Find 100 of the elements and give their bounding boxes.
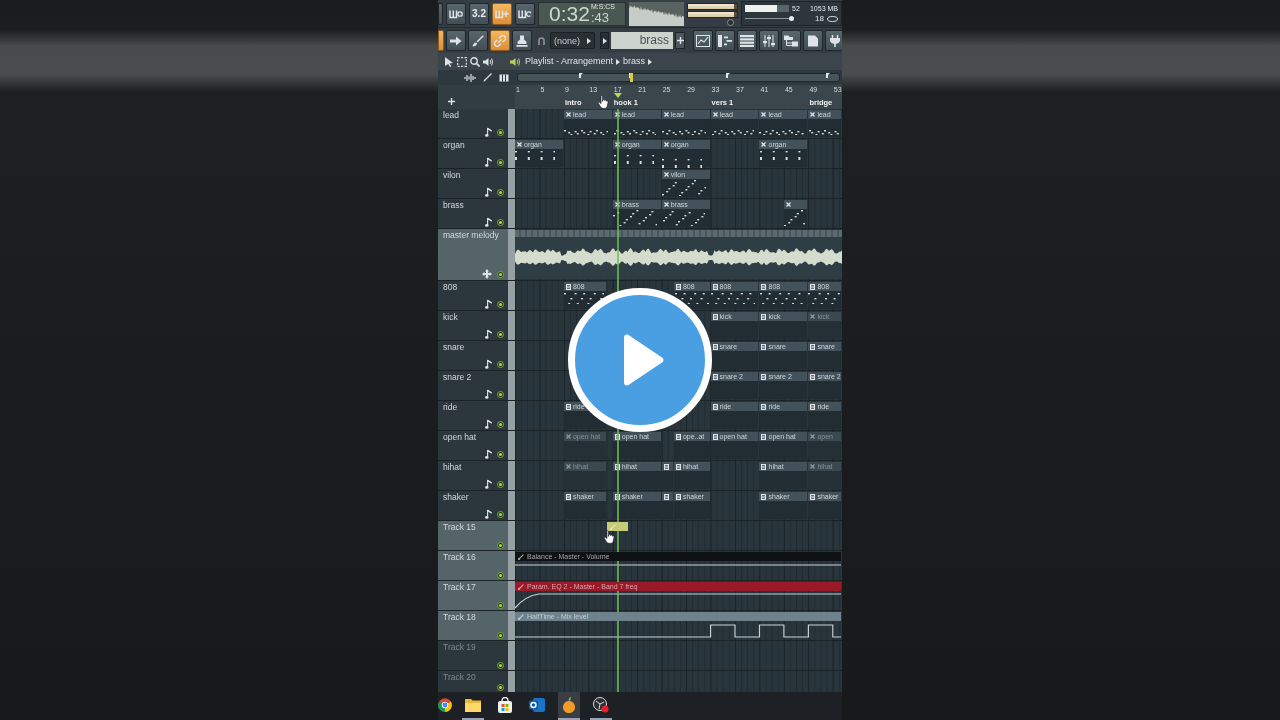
- playhead-marker-icon[interactable]: [614, 93, 622, 98]
- track-name: open hat: [443, 432, 478, 442]
- slider-thumb[interactable]: [789, 16, 795, 22]
- song-overview[interactable]: [517, 73, 840, 82]
- led-icon[interactable]: [497, 128, 504, 136]
- led-icon[interactable]: [497, 188, 504, 196]
- list-icon: [565, 283, 571, 290]
- pattern-menu-button[interactable]: [600, 32, 609, 49]
- track-header[interactable]: Track 15: [438, 521, 508, 550]
- toolbar-button[interactable]: [468, 30, 488, 51]
- toolbar-button[interactable]: 3.2: [469, 2, 489, 25]
- led-icon[interactable]: [497, 390, 504, 398]
- move-icon[interactable]: [482, 269, 492, 279]
- note-icon[interactable]: [485, 187, 492, 197]
- led-icon[interactable]: [497, 632, 504, 639]
- toolbar-button[interactable]: [446, 2, 466, 25]
- led-icon[interactable]: [497, 300, 504, 308]
- window-button[interactable]: [737, 30, 757, 51]
- window-title: Playlist - Arrangement: [525, 56, 614, 67]
- window-button[interactable]: [693, 30, 713, 51]
- window-button[interactable]: [781, 30, 801, 51]
- track-name: snare 2: [443, 372, 473, 382]
- note-icon[interactable]: [485, 299, 492, 309]
- list-icon: [565, 493, 571, 500]
- led-icon[interactable]: [497, 662, 504, 669]
- list-icon: [761, 463, 767, 470]
- snap-dropdown[interactable]: (none): [550, 32, 595, 49]
- stamp-icon: [516, 34, 528, 47]
- track-name: master melody: [443, 230, 500, 240]
- notes-drawing: [711, 130, 755, 136]
- pattern-clip[interactable]: [661, 492, 673, 519]
- note-icon[interactable]: [485, 479, 492, 489]
- track-header[interactable]: master melody: [438, 229, 508, 280]
- speaker-icon[interactable]: [510, 56, 520, 67]
- speaker-icon[interactable]: [483, 56, 493, 67]
- time-centiseconds: :43: [590, 10, 609, 24]
- note-icon[interactable]: [485, 217, 492, 227]
- chevron-icon[interactable]: [648, 58, 653, 65]
- cross-icon: [761, 112, 767, 117]
- note-icon[interactable]: [485, 419, 492, 429]
- window-button[interactable]: [803, 30, 823, 51]
- flag-icon: [826, 73, 830, 78]
- note-icon[interactable]: [485, 389, 492, 399]
- note-icon[interactable]: [485, 329, 492, 339]
- track-header[interactable]: Track 16: [438, 551, 508, 580]
- knob-icon[interactable]: [727, 18, 734, 26]
- slider-track[interactable]: [745, 16, 793, 22]
- pointer-icon[interactable]: [444, 56, 454, 67]
- note-icon[interactable]: [485, 127, 492, 137]
- toolbar-button[interactable]: [446, 30, 466, 51]
- led-icon[interactable]: [497, 420, 504, 428]
- window-button[interactable]: [759, 30, 779, 51]
- toolbar-button[interactable]: [490, 30, 510, 51]
- led-icon[interactable]: [497, 360, 504, 368]
- led-icon[interactable]: [497, 602, 504, 609]
- note-icon[interactable]: [485, 449, 492, 459]
- pen-icon[interactable]: [483, 73, 492, 82]
- plus-icon[interactable]: [448, 98, 455, 105]
- led-icon[interactable]: [497, 510, 504, 518]
- track-name: organ: [443, 140, 466, 150]
- led-icon[interactable]: [497, 480, 504, 488]
- led-icon[interactable]: [497, 158, 504, 166]
- select-icon[interactable]: [457, 56, 467, 67]
- track-header[interactable]: Track 18: [438, 611, 508, 640]
- add-pattern-button[interactable]: [675, 32, 685, 49]
- led-icon[interactable]: [497, 330, 504, 338]
- pattern-clip[interactable]: [661, 462, 673, 489]
- led-icon[interactable]: [497, 684, 504, 691]
- waveform-icon[interactable]: [464, 73, 476, 82]
- zoom-icon[interactable]: [470, 56, 480, 67]
- led-icon[interactable]: [497, 572, 504, 579]
- magnet-icon[interactable]: [538, 36, 545, 45]
- toolbar-button[interactable]: [512, 30, 532, 51]
- pattern-selector[interactable]: brass: [611, 32, 673, 49]
- automation-clip[interactable]: [606, 522, 628, 531]
- note-icon[interactable]: [485, 157, 492, 167]
- window-button[interactable]: [825, 30, 845, 51]
- led-icon[interactable]: [497, 450, 504, 458]
- notes-drawing: [661, 130, 707, 136]
- list-icon: [761, 313, 767, 320]
- document-icon: [806, 34, 820, 47]
- led-icon[interactable]: [497, 218, 504, 226]
- list-icon: [810, 493, 816, 500]
- chevron-icon: [587, 37, 591, 44]
- note-icon[interactable]: [485, 359, 492, 369]
- track-header[interactable]: Track 17: [438, 581, 508, 610]
- led-icon[interactable]: [497, 542, 504, 549]
- pattern-clip[interactable]: [783, 200, 808, 227]
- piano-icon[interactable]: [499, 73, 509, 82]
- toolbar-button[interactable]: [492, 2, 512, 25]
- notes-drawing: [661, 159, 703, 168]
- curve-icon: [609, 523, 616, 530]
- note-icon[interactable]: [485, 509, 492, 519]
- window-button[interactable]: [715, 30, 735, 51]
- track-name: lead: [443, 110, 461, 120]
- list-icon: [761, 343, 767, 350]
- toolbar-button[interactable]: [515, 2, 535, 25]
- led-icon[interactable]: [497, 270, 504, 278]
- chevron-icon[interactable]: [616, 58, 621, 65]
- cross-icon: [663, 142, 669, 147]
